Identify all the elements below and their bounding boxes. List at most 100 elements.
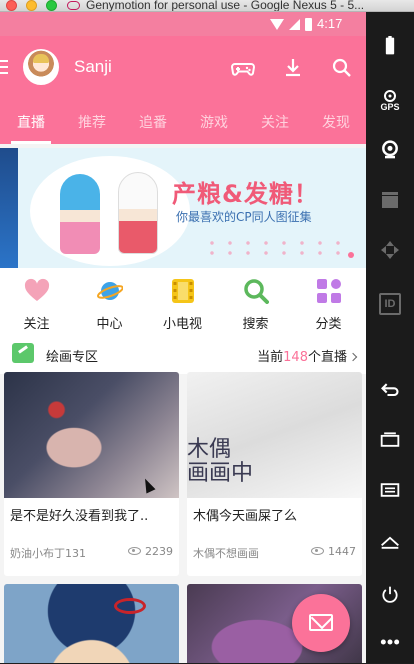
close-window-button[interactable] xyxy=(6,0,17,11)
back-button[interactable] xyxy=(366,372,414,412)
eye-icon xyxy=(128,547,141,555)
tab-live[interactable]: 直播 xyxy=(6,102,56,144)
live-owner: 木偶不想画画 xyxy=(193,547,259,560)
banner-character-blue xyxy=(60,174,100,254)
tab-follow[interactable]: 关注 xyxy=(250,102,300,144)
menu-icon[interactable] xyxy=(0,60,8,74)
status-time: 4:17 xyxy=(317,16,343,31)
tab-games[interactable]: 游戏 xyxy=(189,102,239,144)
category-search[interactable]: 搜索 xyxy=(219,268,292,334)
category-label: 分类 xyxy=(315,317,342,332)
emulator-window: Genymotion for personal use - Google Nex… xyxy=(0,0,414,663)
carousel-indicator xyxy=(348,252,354,258)
category-row: 关注 中心 小电视 搜索 分类 xyxy=(0,268,366,334)
banner-illustration xyxy=(30,156,190,266)
tab-discover[interactable]: 发现 xyxy=(311,102,361,144)
live-thumbnail: 木偶 画画中 xyxy=(187,372,362,498)
live-thumbnail-detail xyxy=(114,598,146,614)
id-label: ID xyxy=(379,293,401,315)
category-label: 搜索 xyxy=(242,317,269,332)
film-icon xyxy=(170,278,196,304)
phone-screen: 4:17 Sanji 直播 推荐 追番 游戏 关注 发现 产粮&发糖！ 你最喜欢… xyxy=(0,12,366,663)
live-card[interactable] xyxy=(4,584,179,663)
channel-tabs: 直播 推荐 追番 游戏 关注 发现 xyxy=(0,102,366,144)
username[interactable]: Sanji xyxy=(74,57,112,77)
banner-decoration xyxy=(203,238,353,258)
window-title: Genymotion for personal use - Google Nex… xyxy=(86,0,365,12)
battery-widget-button[interactable] xyxy=(366,28,414,68)
painting-icon xyxy=(12,343,34,363)
thumbnail-caption: 木偶 画画中 xyxy=(187,437,254,486)
recent-apps-button[interactable] xyxy=(366,422,414,462)
window-titlebar: Genymotion for personal use - Google Nex… xyxy=(0,0,414,12)
live-title: 木偶今天画屎了么 xyxy=(193,509,298,524)
home-icon xyxy=(381,536,399,549)
live-title: 是不是好久没看到我了.. xyxy=(10,509,149,524)
gps-widget-button[interactable]: GPS xyxy=(366,78,414,118)
back-arrow-icon xyxy=(381,383,399,397)
menu-icon xyxy=(380,483,400,497)
gamepad-icon[interactable] xyxy=(230,56,256,80)
live-card[interactable]: 木偶 画画中 木偶今天画屎了么 木偶不想画画 1447 xyxy=(187,372,362,576)
identifiers-widget-button[interactable]: ID xyxy=(366,287,414,327)
live-views: 1447 xyxy=(311,545,356,558)
category-classify[interactable]: 分类 xyxy=(292,268,365,334)
banner-prev-slide xyxy=(0,148,18,268)
banner-carousel[interactable]: 产粮&发糖！ 你最喜欢的CP同人图征集 xyxy=(0,148,366,268)
category-label: 关注 xyxy=(23,317,50,332)
live-views: 2239 xyxy=(128,545,173,558)
search-icon xyxy=(243,278,269,304)
dpad-icon xyxy=(381,241,399,259)
live-count: 148 xyxy=(283,350,308,365)
tab-recommend[interactable]: 推荐 xyxy=(67,102,117,144)
genymotion-icon xyxy=(67,1,80,10)
android-status-bar: 4:17 xyxy=(0,12,366,36)
home-button[interactable] xyxy=(366,524,414,564)
live-owner: 奶油小布丁131 xyxy=(10,547,86,560)
views-count: 2239 xyxy=(145,545,173,558)
live-count-link[interactable]: 当前148个直播 xyxy=(257,346,358,365)
wifi-icon xyxy=(270,19,284,30)
genymotion-side-panel: GPS ID xyxy=(366,12,414,663)
message-fab[interactable] xyxy=(292,594,350,652)
tab-indicator xyxy=(11,141,51,144)
section-title: 绘画专区 xyxy=(46,350,99,365)
views-count: 1447 xyxy=(328,545,356,558)
webcam-widget-button[interactable] xyxy=(366,132,414,172)
category-center[interactable]: 中心 xyxy=(73,268,146,334)
download-icon[interactable] xyxy=(281,56,305,80)
screencast-widget-button[interactable] xyxy=(366,182,414,222)
menu-button[interactable] xyxy=(366,472,414,512)
gps-label: GPS xyxy=(380,102,400,112)
recent-apps-icon xyxy=(380,432,400,447)
power-button[interactable] xyxy=(366,577,414,617)
category-label: 中心 xyxy=(96,317,123,332)
avatar[interactable] xyxy=(23,49,59,85)
clapperboard-icon xyxy=(382,192,398,208)
chevron-right-icon xyxy=(348,352,358,362)
live-thumbnail xyxy=(4,372,179,498)
battery-icon xyxy=(385,36,395,55)
eye-icon xyxy=(311,547,324,555)
heart-icon xyxy=(24,278,50,304)
battery-icon xyxy=(305,18,312,31)
more-dots-icon xyxy=(380,639,400,645)
app-toolbar: Sanji xyxy=(0,36,366,102)
more-options-button[interactable] xyxy=(366,624,414,664)
banner-title: 产粮&发糖！ xyxy=(172,180,319,208)
live-count-suffix: 个直播 xyxy=(307,350,347,365)
minimize-window-button[interactable] xyxy=(26,0,37,11)
planet-icon xyxy=(97,278,124,304)
mail-icon xyxy=(309,614,333,631)
category-tv[interactable]: 小电视 xyxy=(146,268,219,334)
banner-slide: 产粮&发糖！ 你最喜欢的CP同人图征集 xyxy=(18,148,366,268)
webcam-icon xyxy=(382,140,398,159)
category-follow[interactable]: 关注 xyxy=(0,268,73,334)
maximize-window-button[interactable] xyxy=(46,0,57,11)
remote-control-widget-button[interactable] xyxy=(366,232,414,272)
category-label: 小电视 xyxy=(162,317,202,332)
banner-subtitle: 你最喜欢的CP同人图征集 xyxy=(176,210,312,224)
tab-bangumi[interactable]: 追番 xyxy=(128,102,178,144)
search-icon[interactable] xyxy=(330,56,354,80)
live-card[interactable]: 是不是好久没看到我了.. 奶油小布丁131 2239 xyxy=(4,372,179,576)
